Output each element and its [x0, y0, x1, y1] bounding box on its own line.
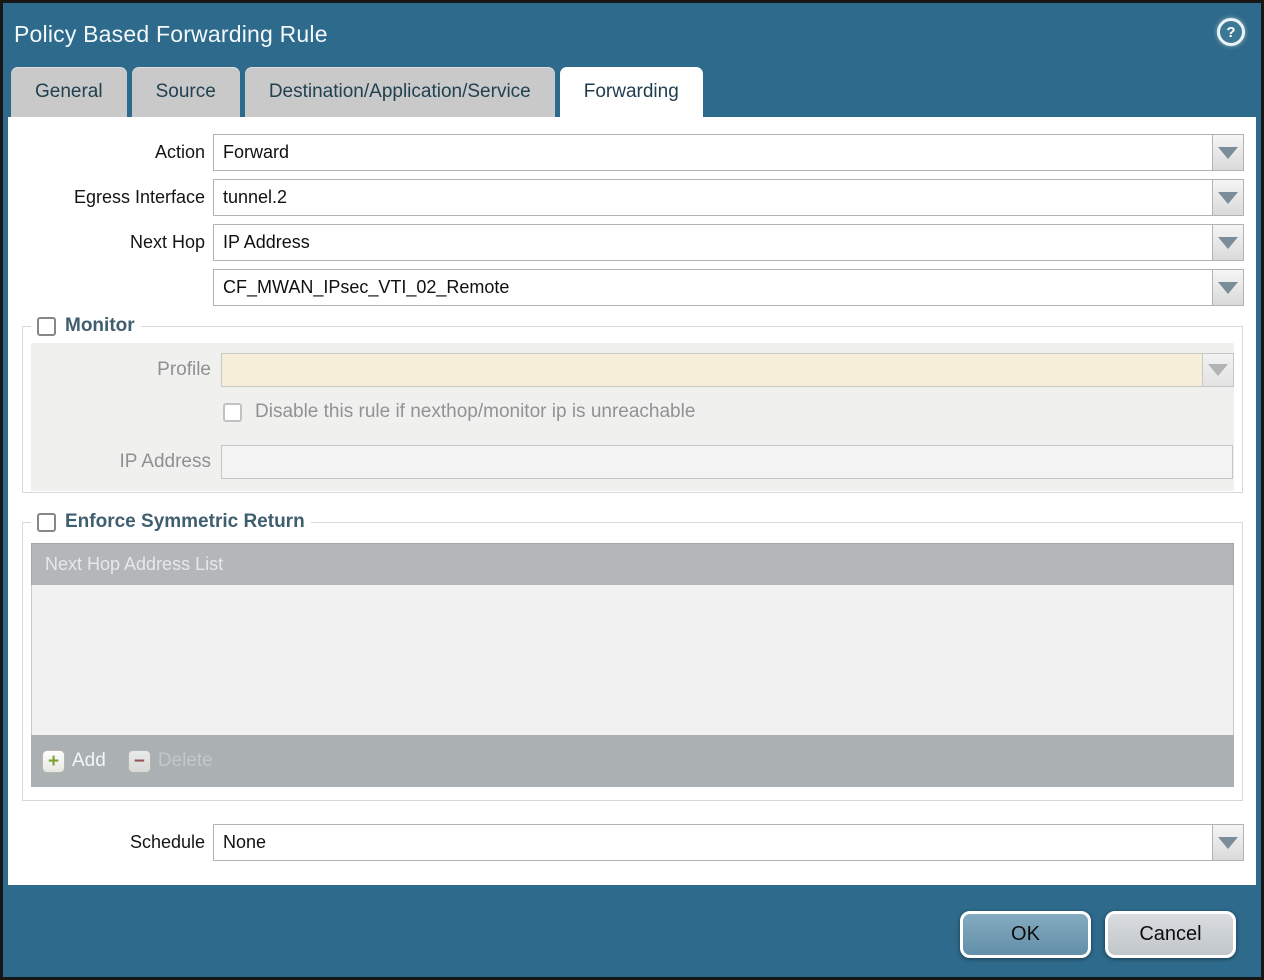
symmetric-return-legend-label: Enforce Symmetric Return — [65, 511, 305, 533]
next-hop-address-dropdown-arrow[interactable] — [1213, 269, 1244, 306]
next-hop-address-dropdown[interactable]: CF_MWAN_IPsec_VTI_02_Remote — [213, 269, 1244, 306]
next-hop-address-list-body[interactable] — [31, 585, 1234, 735]
chevron-down-icon — [1218, 147, 1238, 159]
monitor-ip-address-input — [221, 445, 1233, 479]
monitor-checkbox[interactable] — [37, 317, 56, 336]
policy-based-forwarding-dialog: Policy Based Forwarding Rule ? General S… — [0, 0, 1264, 980]
profile-label: Profile — [31, 359, 221, 381]
next-hop-value[interactable]: IP Address — [213, 224, 1213, 261]
profile-row: Profile — [31, 353, 1234, 387]
monitor-disabled-panel: Profile Disable this rule if nexthop/mon… — [31, 343, 1234, 491]
egress-interface-dropdown-arrow[interactable] — [1213, 179, 1244, 216]
symmetric-return-legend: Enforce Symmetric Return — [31, 511, 311, 533]
schedule-value[interactable]: None — [213, 824, 1213, 861]
egress-interface-row: Egress Interface tunnel.2 — [8, 179, 1256, 216]
chevron-down-icon — [1218, 192, 1238, 204]
chevron-down-icon — [1218, 237, 1238, 249]
minus-icon: − — [128, 750, 151, 773]
action-value[interactable]: Forward — [213, 134, 1213, 171]
add-button[interactable]: + Add — [42, 750, 106, 773]
schedule-dropdown[interactable]: None — [213, 824, 1244, 861]
next-hop-address-list-header: Next Hop Address List — [31, 543, 1234, 585]
next-hop-address-table: Next Hop Address List + Add − Delete — [31, 543, 1234, 787]
profile-dropdown-arrow — [1203, 353, 1234, 387]
next-hop-row: Next Hop IP Address — [8, 224, 1256, 261]
egress-interface-label: Egress Interface — [8, 187, 213, 208]
help-icon[interactable]: ? — [1217, 18, 1245, 46]
tab-bar: General Source Destination/Application/S… — [3, 67, 1261, 117]
monitor-legend: Monitor — [31, 315, 141, 337]
disable-rule-checkbox — [223, 403, 242, 422]
cancel-button[interactable]: Cancel — [1105, 911, 1236, 958]
delete-button-label: Delete — [158, 750, 213, 772]
symmetric-return-checkbox[interactable] — [37, 513, 56, 532]
chevron-down-icon — [1218, 837, 1238, 849]
next-hop-label: Next Hop — [8, 232, 213, 253]
forwarding-tab-panel: Action Forward Egress Interface tunnel.2… — [8, 117, 1256, 885]
action-label: Action — [8, 142, 213, 163]
next-hop-address-list-toolbar: + Add − Delete — [31, 735, 1234, 787]
chevron-down-icon — [1208, 364, 1228, 376]
monitor-ip-address-label: IP Address — [31, 451, 221, 473]
action-dropdown-arrow[interactable] — [1213, 134, 1244, 171]
ok-button[interactable]: OK — [960, 911, 1091, 958]
dialog-footer: OK Cancel — [3, 885, 1261, 977]
schedule-label: Schedule — [8, 832, 213, 853]
next-hop-dropdown-arrow[interactable] — [1213, 224, 1244, 261]
delete-button: − Delete — [128, 750, 213, 773]
disable-rule-row: Disable this rule if nexthop/monitor ip … — [31, 401, 1234, 423]
egress-interface-value[interactable]: tunnel.2 — [213, 179, 1213, 216]
dialog-titlebar: Policy Based Forwarding Rule ? — [3, 3, 1261, 67]
schedule-row: Schedule None — [8, 824, 1256, 861]
schedule-dropdown-arrow[interactable] — [1213, 824, 1244, 861]
monitor-legend-label: Monitor — [65, 315, 135, 337]
symmetric-return-section: Enforce Symmetric Return Next Hop Addres… — [22, 511, 1243, 801]
monitor-section: Monitor Profile Disable this rule if nex… — [22, 315, 1243, 493]
monitor-ip-address-row: IP Address — [31, 445, 1234, 479]
next-hop-address-row: CF_MWAN_IPsec_VTI_02_Remote — [8, 269, 1256, 306]
tab-destination-application-service[interactable]: Destination/Application/Service — [245, 67, 555, 117]
tab-general[interactable]: General — [11, 67, 127, 117]
chevron-down-icon — [1218, 282, 1238, 294]
tab-forwarding[interactable]: Forwarding — [560, 67, 703, 117]
next-hop-address-value[interactable]: CF_MWAN_IPsec_VTI_02_Remote — [213, 269, 1213, 306]
disable-rule-label: Disable this rule if nexthop/monitor ip … — [255, 401, 695, 423]
profile-value — [221, 353, 1203, 387]
add-button-label: Add — [72, 750, 106, 772]
egress-interface-dropdown[interactable]: tunnel.2 — [213, 179, 1244, 216]
action-row: Action Forward — [8, 134, 1256, 171]
plus-icon: + — [42, 750, 65, 773]
action-dropdown[interactable]: Forward — [213, 134, 1244, 171]
next-hop-dropdown[interactable]: IP Address — [213, 224, 1244, 261]
dialog-title: Policy Based Forwarding Rule — [14, 21, 328, 48]
tab-source[interactable]: Source — [132, 67, 240, 117]
